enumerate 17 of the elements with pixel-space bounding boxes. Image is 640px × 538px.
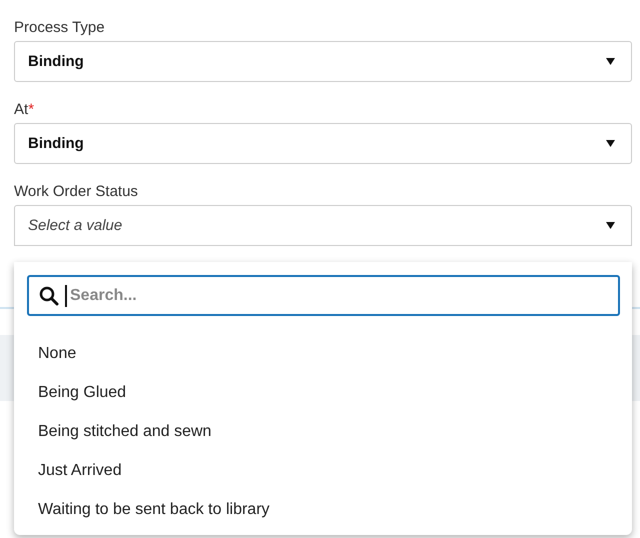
text-cursor: [65, 285, 67, 307]
caret-icon: [606, 222, 615, 229]
select-field[interactable]: Select a value: [14, 205, 632, 246]
select-field[interactable]: Binding: [14, 123, 632, 164]
option-item[interactable]: Being Glued: [27, 373, 620, 412]
caret-icon: [606, 140, 615, 147]
option-item[interactable]: Just Arrived: [27, 451, 620, 490]
field-label: Process Type: [14, 18, 106, 37]
option-item[interactable]: Being stitched and sewn: [27, 412, 620, 451]
search-icon: [39, 286, 59, 306]
field-label: At*: [14, 100, 36, 119]
option-item[interactable]: None: [27, 334, 620, 373]
select-field[interactable]: Binding: [14, 41, 632, 82]
caret-icon: [606, 58, 615, 65]
search-field[interactable]: Search...: [27, 275, 620, 316]
option-item[interactable]: Waiting to be sent back to library: [27, 490, 620, 529]
field-label: Work Order Status: [14, 182, 139, 201]
